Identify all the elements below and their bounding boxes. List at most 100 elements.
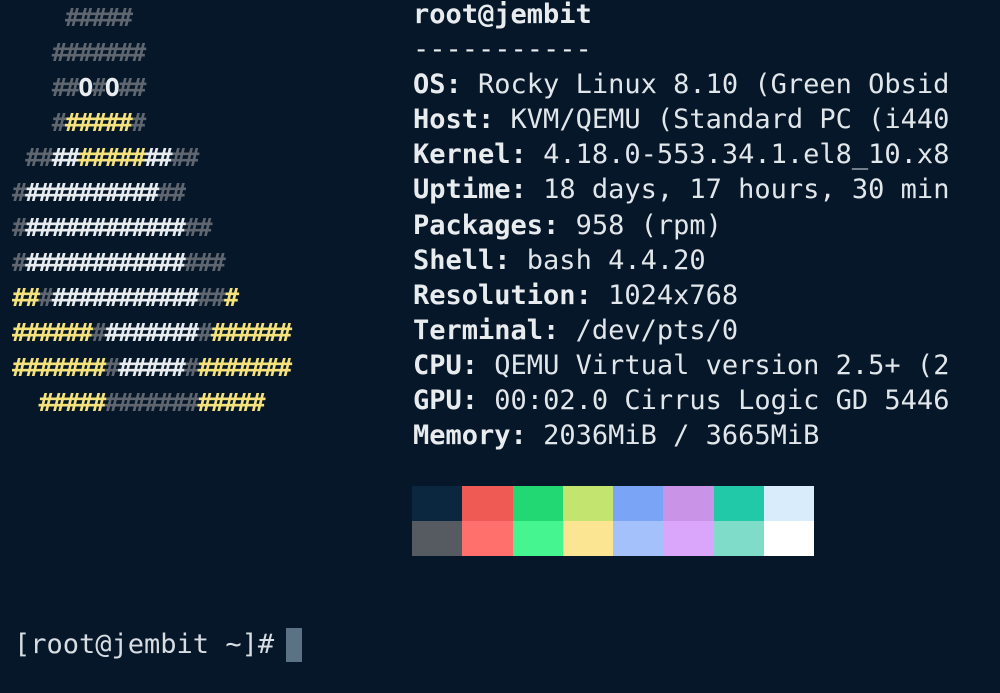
palette-swatch-normal-6	[713, 486, 764, 521]
info-key: Kernel	[413, 139, 511, 171]
palette-swatch-bright-0	[412, 521, 463, 556]
logo-row: #####################	[12, 315, 392, 350]
palette-swatch-normal-7	[763, 486, 814, 521]
logo-segment: #####	[78, 143, 146, 172]
logo-segment: ############	[25, 248, 186, 277]
logo-row: #######	[12, 105, 392, 140]
logo-segment: O	[104, 73, 120, 102]
info-key: Shell	[413, 244, 495, 276]
logo-segment: #######	[12, 353, 107, 382]
logo-segment: #	[184, 353, 199, 382]
logo-segment: #	[12, 213, 27, 242]
info-value: 4.18.0-553.34.1.el8_10.x8	[543, 139, 950, 171]
logo-row: ##O#O##	[12, 70, 392, 105]
info-row-os: OS: Rocky Linux 8.10 (Green Obsid	[413, 69, 950, 101]
info-key: CPU	[413, 349, 462, 381]
user-host-title: root@jembit	[413, 0, 592, 30]
logo-segment: #	[104, 353, 120, 382]
logo-row: ################	[12, 245, 392, 280]
palette-swatch-bright-3	[562, 521, 613, 556]
info-value: /dev/pts/0	[575, 314, 739, 346]
info-value: 18 days, 17 hours, 30 min	[543, 174, 950, 206]
rocky-ascii-logo: ##### ####### ##O#O## ####### ##########…	[12, 0, 392, 420]
logo-row: ###############	[12, 210, 392, 245]
palette-swatch-normal-1	[462, 486, 513, 521]
info-row-uptime: Uptime: 18 days, 17 hours, 30 min	[413, 174, 950, 206]
logo-row: #################	[12, 385, 392, 420]
palette-swatch-bright-6	[713, 521, 764, 556]
logo-segment: O	[78, 73, 93, 102]
info-value: 958 (rpm)	[575, 209, 722, 241]
logo-segment: ######	[12, 318, 93, 347]
info-key: OS	[413, 69, 446, 101]
info-key: Packages	[413, 209, 544, 241]
shell-prompt[interactable]: [root@jembit ~]#	[14, 627, 303, 662]
info-key: Memory	[413, 420, 511, 452]
info-value: 2036MiB / 3665MiB	[543, 420, 820, 452]
info-row-host: Host: KVM/QEMU (Standard PC (i440	[413, 104, 950, 136]
info-row-kernel: Kernel: 4.18.0-553.34.1.el8_10.x8	[413, 139, 950, 171]
logo-segment: #####	[118, 353, 186, 382]
logo-segment: ##	[197, 283, 226, 312]
logo-segment: ##	[118, 73, 146, 102]
palette-swatch-normal-4	[613, 486, 664, 521]
logo-segment: #	[12, 248, 27, 277]
logo-segment: ######	[210, 318, 292, 347]
logo-segment: #######	[12, 38, 147, 67]
color-palette	[412, 486, 814, 556]
terminal-window[interactable]: ##### ####### ##O#O## ####### ##########…	[0, 0, 1000, 693]
logo-segment: #######	[104, 388, 200, 417]
info-value: 00:02.0 Cirrus Logic GD 5446	[494, 385, 950, 417]
logo-segment: #	[91, 318, 107, 347]
info-row-cpu: CPU: QEMU Virtual version 2.5+ (2	[413, 349, 950, 381]
text-cursor	[286, 627, 303, 662]
logo-segment: ###	[184, 248, 226, 277]
info-key: Uptime	[413, 174, 511, 206]
info-key: Host	[413, 104, 479, 136]
palette-swatch-normal-5	[663, 486, 714, 521]
palette-swatch-bright-1	[462, 521, 513, 556]
palette-swatch-bright-5	[663, 521, 714, 556]
system-info-panel: root@jembit ----------- OS: Rocky Linux …	[413, 0, 1000, 453]
logo-segment: #	[91, 73, 107, 102]
logo-segment: ############	[25, 213, 186, 242]
info-value: 1024x768	[608, 279, 739, 311]
info-row-memory: Memory: 2036MiB / 3665MiB	[413, 420, 820, 452]
logo-row: #############	[12, 175, 392, 210]
logo-segment: #####	[197, 388, 266, 417]
palette-swatch-bright-2	[512, 521, 563, 556]
logo-segment: #######	[104, 318, 200, 347]
info-row-gpu: GPU: 00:02.0 Cirrus Logic GD 5446	[413, 385, 950, 417]
logo-row: #####################	[12, 350, 392, 385]
palette-swatch-normal-3	[562, 486, 613, 521]
logo-segment: ##	[12, 73, 80, 102]
logo-segment: #####	[65, 108, 133, 137]
palette-bright-row	[412, 521, 814, 556]
info-value: Rocky Linux 8.10 (Green Obsid	[478, 69, 950, 101]
logo-segment: #	[131, 108, 146, 137]
palette-swatch-normal-2	[512, 486, 563, 521]
logo-row: #############	[12, 140, 392, 175]
info-key: Resolution	[413, 279, 576, 311]
logo-segment: #######	[197, 353, 293, 382]
info-row-resolution: Resolution: 1024x768	[413, 279, 739, 311]
logo-segment: ##########	[25, 178, 159, 207]
logo-segment: ##	[12, 283, 40, 312]
palette-swatch-normal-0	[412, 486, 463, 521]
info-key: GPU	[413, 385, 462, 417]
palette-normal-row	[412, 486, 814, 521]
logo-segment: #	[224, 283, 239, 312]
palette-swatch-bright-7	[763, 521, 814, 556]
prompt-text: [root@jembit ~]#	[14, 629, 275, 660]
info-row-terminal: Terminal: /dev/pts/0	[413, 314, 739, 346]
info-row-shell: Shell: bash 4.4.20	[413, 244, 706, 276]
logo-segment: #####	[12, 388, 107, 417]
logo-segment: #	[197, 318, 213, 347]
info-row-packages: Packages: 958 (rpm)	[413, 209, 722, 241]
logo-segment: #####	[12, 3, 133, 32]
logo-segment: ##	[157, 178, 186, 207]
logo-segment: #	[12, 178, 27, 207]
info-key: Terminal	[413, 314, 544, 346]
info-value: KVM/QEMU (Standard PC (i440	[510, 104, 950, 136]
logo-row: #################	[12, 280, 392, 315]
